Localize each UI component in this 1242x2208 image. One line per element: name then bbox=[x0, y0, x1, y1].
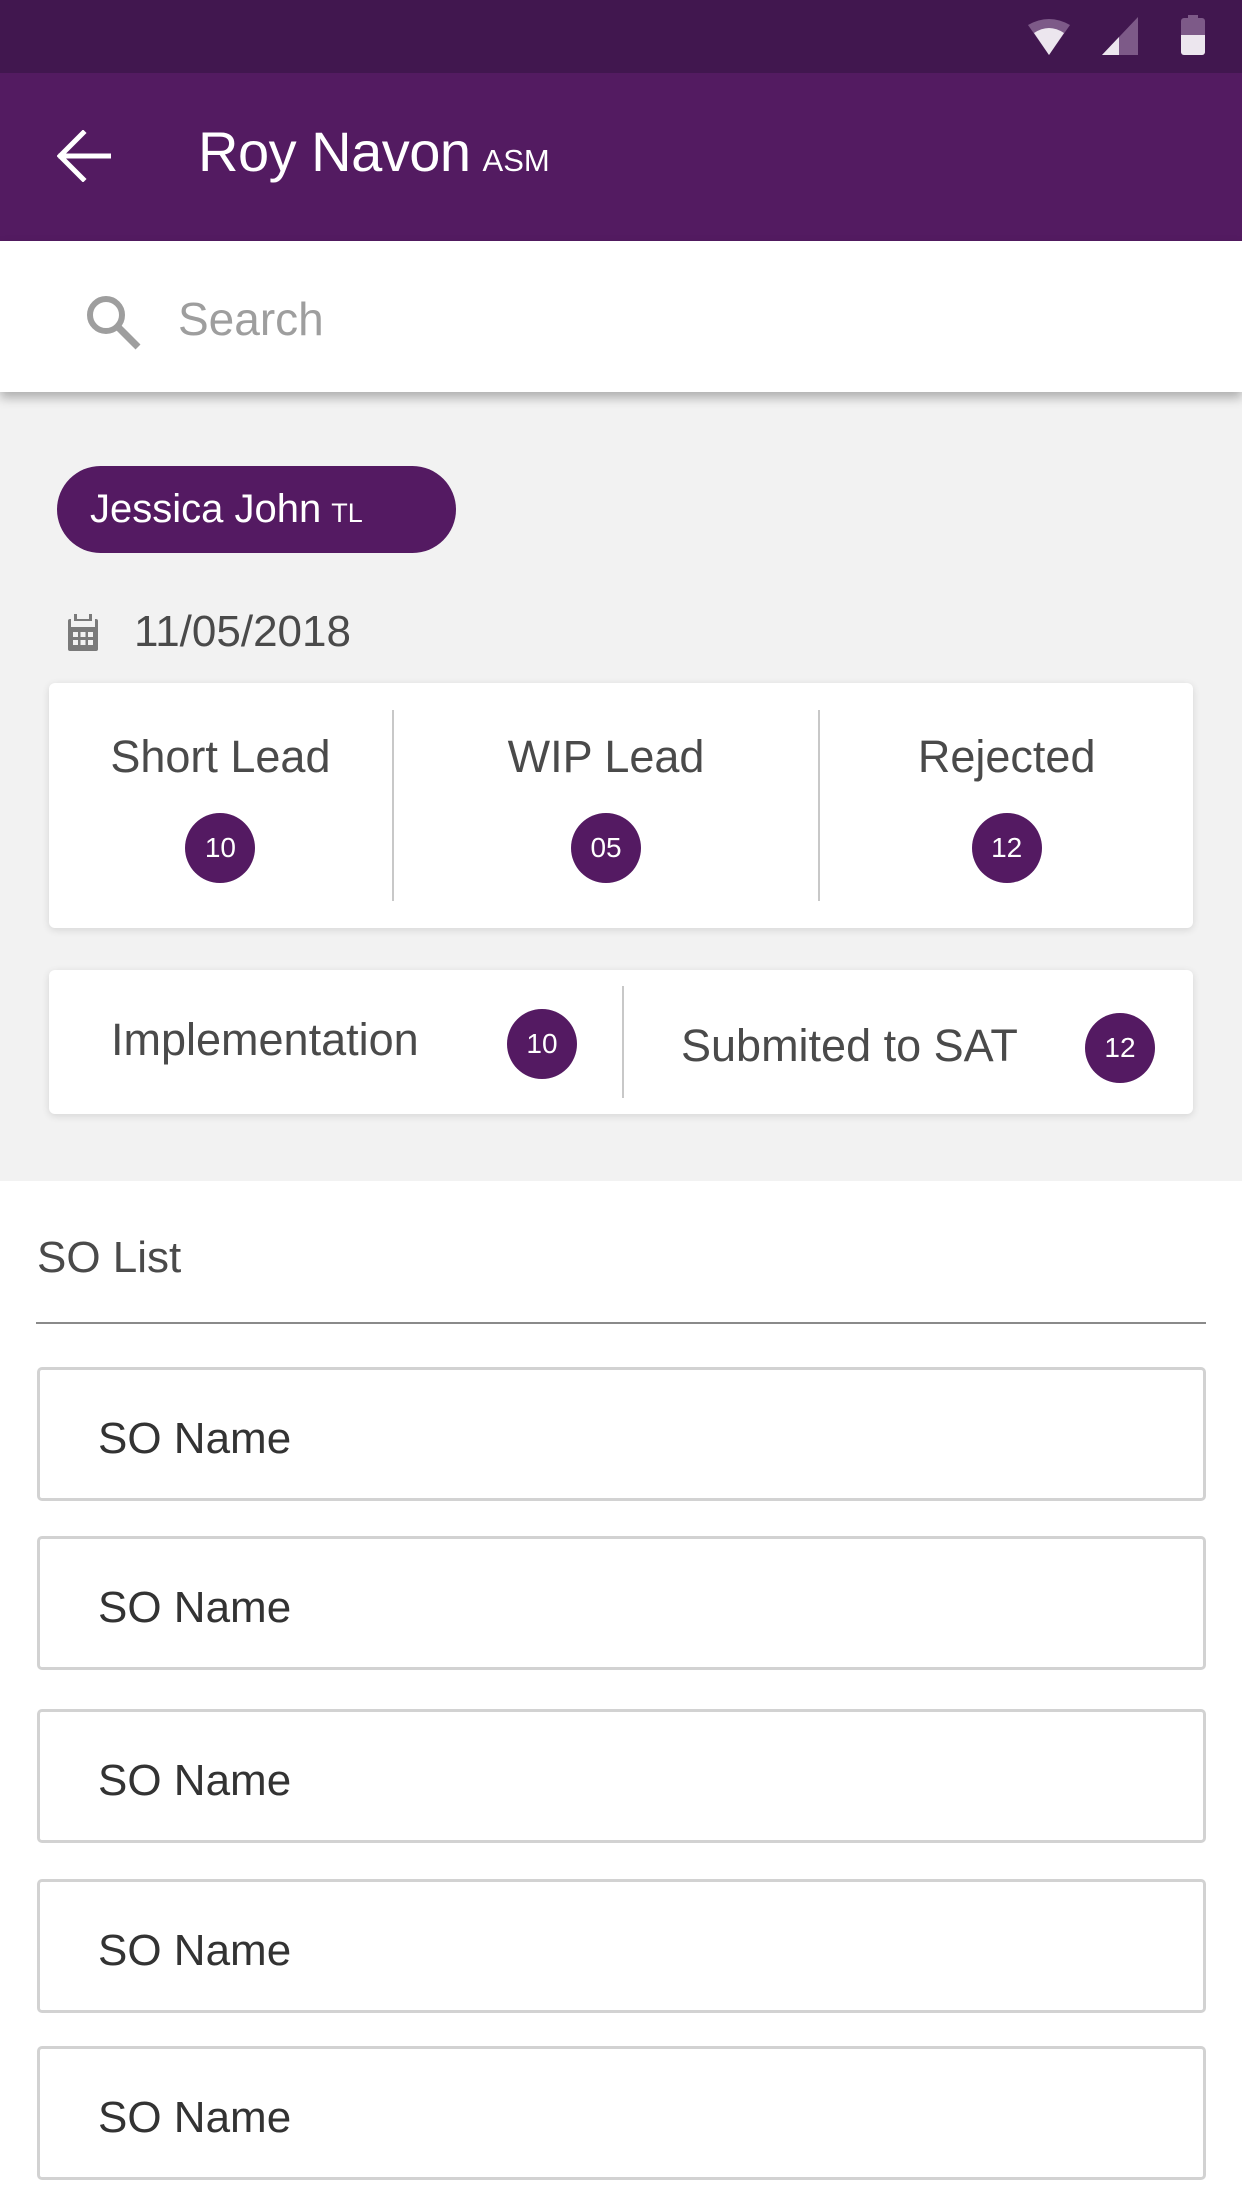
team-member-role: TL bbox=[331, 498, 363, 528]
stage-label: Implementation bbox=[111, 1014, 419, 1065]
so-name: SO Name bbox=[98, 1583, 292, 1632]
so-name: SO Name bbox=[98, 1414, 292, 1463]
list-item[interactable]: SO Name bbox=[37, 1536, 1206, 1670]
search-icon bbox=[87, 296, 141, 350]
page-title: Roy Navon ASM bbox=[198, 119, 550, 184]
user-role: ASM bbox=[482, 143, 550, 178]
wifi-icon bbox=[1028, 19, 1070, 55]
count-badge: 05 bbox=[571, 813, 642, 883]
stage-label: Submited to SAT bbox=[681, 1020, 1018, 1071]
list-item[interactable]: SO Name bbox=[37, 1709, 1206, 1843]
divider bbox=[36, 1322, 1206, 1324]
stat-short-lead[interactable]: Short Lead 10 bbox=[49, 683, 392, 928]
stat-label: WIP Lead bbox=[507, 731, 705, 782]
selected-date: 11/05/2018 bbox=[134, 607, 351, 656]
stat-label: Short Lead bbox=[110, 731, 331, 782]
so-name: SO Name bbox=[98, 2093, 292, 2142]
app-bar: Roy Navon ASM bbox=[0, 73, 1242, 241]
divider bbox=[622, 986, 624, 1098]
count-badge: 12 bbox=[971, 813, 1042, 883]
search-input[interactable] bbox=[178, 281, 1178, 357]
so-name: SO Name bbox=[98, 1756, 292, 1805]
so-name: SO Name bbox=[98, 1926, 292, 1975]
team-member-name: Jessica John bbox=[90, 487, 322, 531]
count-badge: 12 bbox=[1085, 1013, 1155, 1083]
list-item[interactable]: SO Name bbox=[37, 2046, 1206, 2180]
list-item[interactable]: SO Name bbox=[37, 1879, 1206, 2013]
stage-submitted-to-sat[interactable]: Submited to SAT 12 bbox=[625, 970, 1193, 1114]
user-name: Roy Navon bbox=[198, 120, 471, 183]
stage-stats-card: Implementation 10 Submited to SAT 12 bbox=[49, 970, 1193, 1114]
count-badge: 10 bbox=[185, 813, 256, 883]
stat-label: Rejected bbox=[917, 731, 1096, 782]
status-bar bbox=[0, 0, 1242, 73]
list-item[interactable]: SO Name bbox=[37, 1367, 1206, 1501]
stat-rejected[interactable]: Rejected 12 bbox=[820, 683, 1193, 928]
date-row[interactable]: 11/05/2018 bbox=[68, 602, 351, 662]
count-badge: 10 bbox=[507, 1009, 577, 1079]
calendar-icon bbox=[68, 613, 98, 651]
lead-stats-card: Short Lead 10 WIP Lead 05 Rejected 12 bbox=[49, 683, 1193, 928]
so-list-section: SO List SO Name SO Name SO Name SO Name … bbox=[0, 1181, 1242, 2208]
summary-panel: Jessica John TL 11/05/2018 Short Lead 10… bbox=[0, 392, 1242, 1181]
back-button[interactable] bbox=[44, 121, 124, 191]
stat-wip-lead[interactable]: WIP Lead 05 bbox=[394, 683, 819, 928]
team-member-chip[interactable]: Jessica John TL bbox=[57, 466, 456, 553]
battery-icon bbox=[1181, 15, 1205, 55]
cellular-signal-icon bbox=[1102, 17, 1138, 55]
stage-implementation[interactable]: Implementation 10 bbox=[49, 970, 623, 1114]
so-list-title: SO List bbox=[37, 1233, 182, 1282]
search-bar bbox=[0, 241, 1242, 392]
arrow-back-icon bbox=[57, 130, 111, 182]
